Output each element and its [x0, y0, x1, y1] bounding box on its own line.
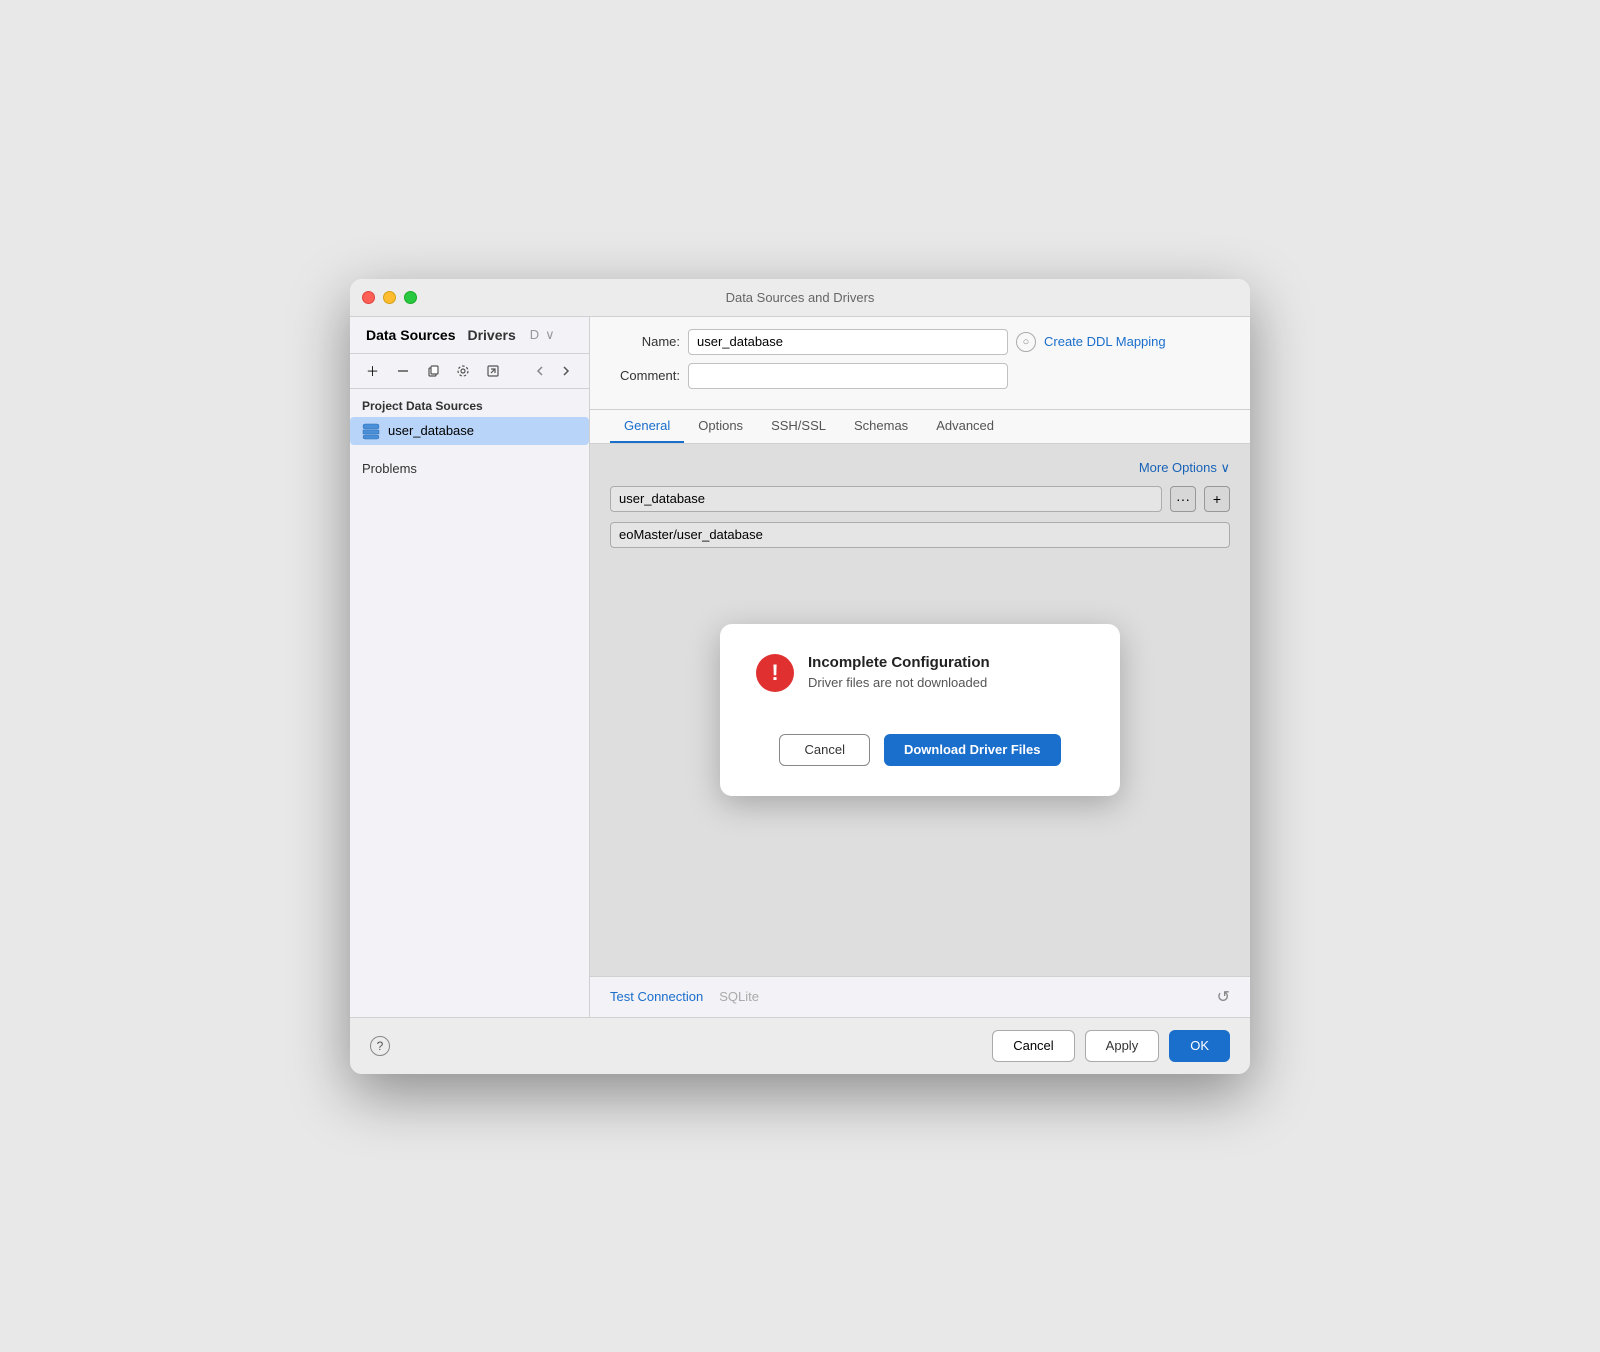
sidebar-tabs: Data Sources Drivers D ∨	[350, 317, 589, 354]
chevron-down-icon[interactable]: ∨	[545, 327, 555, 343]
main-content: Data Sources Drivers D ∨ ＋	[350, 317, 1250, 1017]
name-row: Name: ○ Create DDL Mapping	[610, 329, 1230, 355]
remove-datasource-button[interactable]	[392, 360, 414, 382]
sidebar-toolbar: ＋	[350, 354, 589, 389]
problems-label: Problems	[350, 445, 589, 480]
comment-row: Comment:	[610, 363, 1230, 389]
modal-text: Incomplete Configuration Driver files ar…	[808, 654, 990, 690]
modal-buttons: Cancel Download Driver Files	[779, 734, 1060, 766]
modal-header: ! Incomplete Configuration Driver files …	[756, 654, 1084, 706]
window-title: Data Sources and Drivers	[726, 290, 875, 305]
svg-text:＋: ＋	[366, 364, 379, 378]
tab-schemas[interactable]: Schemas	[840, 410, 922, 443]
sidebar: Data Sources Drivers D ∨ ＋	[350, 317, 590, 1017]
reset-icon[interactable]: ↺	[1217, 987, 1230, 1007]
sidebar-item-label: user_database	[388, 423, 474, 438]
close-button[interactable]	[362, 291, 375, 304]
name-label: Name:	[610, 334, 680, 349]
apply-button[interactable]: Apply	[1085, 1030, 1160, 1062]
ok-button[interactable]: OK	[1169, 1030, 1230, 1062]
bottom-bar: Test Connection SQLite ↺	[590, 976, 1250, 1017]
create-ddl-link[interactable]: Create DDL Mapping	[1044, 334, 1166, 349]
sqlite-label: SQLite	[719, 989, 759, 1004]
modal-download-button[interactable]: Download Driver Files	[884, 734, 1061, 766]
copy-datasource-button[interactable]	[422, 360, 444, 382]
form-header: Name: ○ Create DDL Mapping Comment:	[590, 317, 1250, 410]
panel-body: More Options ∨ ··· + !	[590, 444, 1250, 976]
forward-button[interactable]	[555, 360, 577, 382]
tab-options[interactable]: Options	[684, 410, 757, 443]
sidebar-item-user-database[interactable]: user_database	[350, 417, 589, 445]
modal-overlay: ! Incomplete Configuration Driver files …	[590, 444, 1250, 976]
add-datasource-button[interactable]: ＋	[362, 360, 384, 382]
tab-drivers[interactable]: Drivers	[463, 325, 519, 345]
minimize-button[interactable]	[383, 291, 396, 304]
modal-title: Incomplete Configuration	[808, 654, 990, 671]
warning-icon: !	[756, 654, 794, 692]
tab-advanced[interactable]: Advanced	[922, 410, 1008, 443]
main-window: Data Sources and Drivers Data Sources Dr…	[350, 279, 1250, 1074]
comment-label: Comment:	[610, 368, 680, 383]
name-input[interactable]	[688, 329, 1008, 355]
maximize-button[interactable]	[404, 291, 417, 304]
footer: ? Cancel Apply OK	[350, 1017, 1250, 1074]
tab-datasources[interactable]: Data Sources	[362, 325, 459, 345]
comment-input[interactable]	[688, 363, 1008, 389]
export-button[interactable]	[482, 360, 504, 382]
modal-dialog: ! Incomplete Configuration Driver files …	[720, 624, 1120, 796]
settings-button[interactable]	[452, 360, 474, 382]
filter-icon[interactable]: D	[530, 327, 539, 342]
traffic-lights	[362, 291, 417, 304]
title-bar: Data Sources and Drivers	[350, 279, 1250, 317]
section-project: Project Data Sources	[350, 389, 589, 417]
modal-subtitle: Driver files are not downloaded	[808, 675, 990, 690]
back-button[interactable]	[529, 360, 551, 382]
database-icon	[362, 422, 380, 440]
info-icon: ○	[1016, 332, 1036, 352]
test-connection-link[interactable]: Test Connection	[610, 989, 703, 1004]
tabs-bar: General Options SSH/SSL Schemas Advanced	[590, 410, 1250, 444]
tab-general[interactable]: General	[610, 410, 684, 443]
tab-ssh-ssl[interactable]: SSH/SSL	[757, 410, 840, 443]
modal-cancel-button[interactable]: Cancel	[779, 734, 869, 766]
help-button[interactable]: ?	[370, 1036, 390, 1056]
nav-arrows	[529, 360, 577, 382]
right-panel: Name: ○ Create DDL Mapping Comment: Gene…	[590, 317, 1250, 1017]
cancel-button[interactable]: Cancel	[992, 1030, 1074, 1062]
